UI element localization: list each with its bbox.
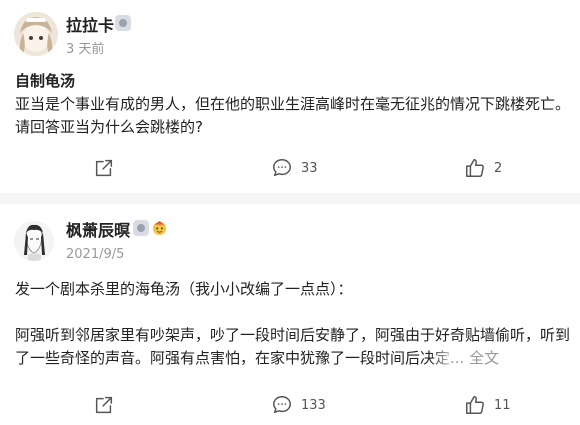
thumbs-up-icon — [466, 159, 484, 177]
truncation-fade: ... 全文 — [430, 349, 500, 367]
comment-button[interactable]: 33 — [271, 156, 318, 180]
post-actions: 33 2 — [0, 156, 580, 180]
avatar-image — [14, 12, 58, 56]
post-body[interactable]: 亚当是个事业有成的男人，但在他的职业生涯高峰时在毫无征兆的情况下跳楼死亡。 请回… — [15, 93, 570, 139]
avatar[interactable] — [14, 221, 54, 261]
username[interactable]: 枫萧辰暝 — [66, 217, 130, 241]
post-date: 2021/9/5 — [66, 247, 125, 262]
post-date: 3 天前 — [66, 42, 105, 57]
thumbs-up-icon — [466, 396, 484, 414]
comment-icon — [273, 159, 291, 177]
verified-badge-icon — [133, 220, 149, 236]
share-button[interactable] — [93, 393, 115, 417]
post-paragraph: 阿强听到邻居家里有吵架声，吵了一段时间后安静了，阿强由于好奇贴墙偷听，听到了一些… — [15, 324, 570, 370]
share-icon — [95, 396, 113, 414]
like-count: 11 — [494, 397, 511, 413]
username[interactable]: 拉拉卡 — [66, 12, 114, 36]
post-card: 拉拉卡 3 天前 自制龟汤 亚当是个事业有成的男人，但在他的职业生涯高峰时在毫无… — [0, 0, 580, 193]
share-icon — [95, 159, 113, 177]
comment-count: 33 — [301, 160, 318, 176]
like-count: 2 — [494, 160, 503, 176]
ellipsis: ... — [450, 349, 470, 367]
medal-emoji-icon — [152, 220, 167, 236]
share-button[interactable] — [93, 156, 115, 180]
like-button[interactable]: 2 — [464, 156, 502, 180]
post-title[interactable]: 自制龟汤 — [15, 70, 75, 91]
post-paragraph: 发一个剧本杀里的海龟汤（我小小改编了一点点）： — [15, 280, 353, 298]
comment-icon — [273, 396, 291, 414]
post-actions: 133 11 — [0, 393, 580, 417]
comment-count: 133 — [301, 397, 326, 413]
expand-full-text-link[interactable]: 全文 — [469, 349, 499, 367]
post-paragraph: 亚当是个事业有成的男人，但在他的职业生涯高峰时在毫无征兆的情况下跳楼死亡。 请回… — [15, 95, 571, 136]
post-card: 枫萧辰暝 2021/9/5 发一个剧本杀里的海龟汤（我小小改编了一点点）： 阿强… — [0, 204, 580, 425]
post-body[interactable]: 发一个剧本杀里的海龟汤（我小小改编了一点点）： 阿强听到邻居家里有吵架声，吵了一… — [15, 278, 570, 370]
comment-button[interactable]: 133 — [271, 393, 326, 417]
like-button[interactable]: 11 — [464, 393, 511, 417]
avatar[interactable] — [14, 12, 58, 56]
verified-badge-icon — [115, 15, 131, 31]
avatar-image — [14, 221, 54, 261]
